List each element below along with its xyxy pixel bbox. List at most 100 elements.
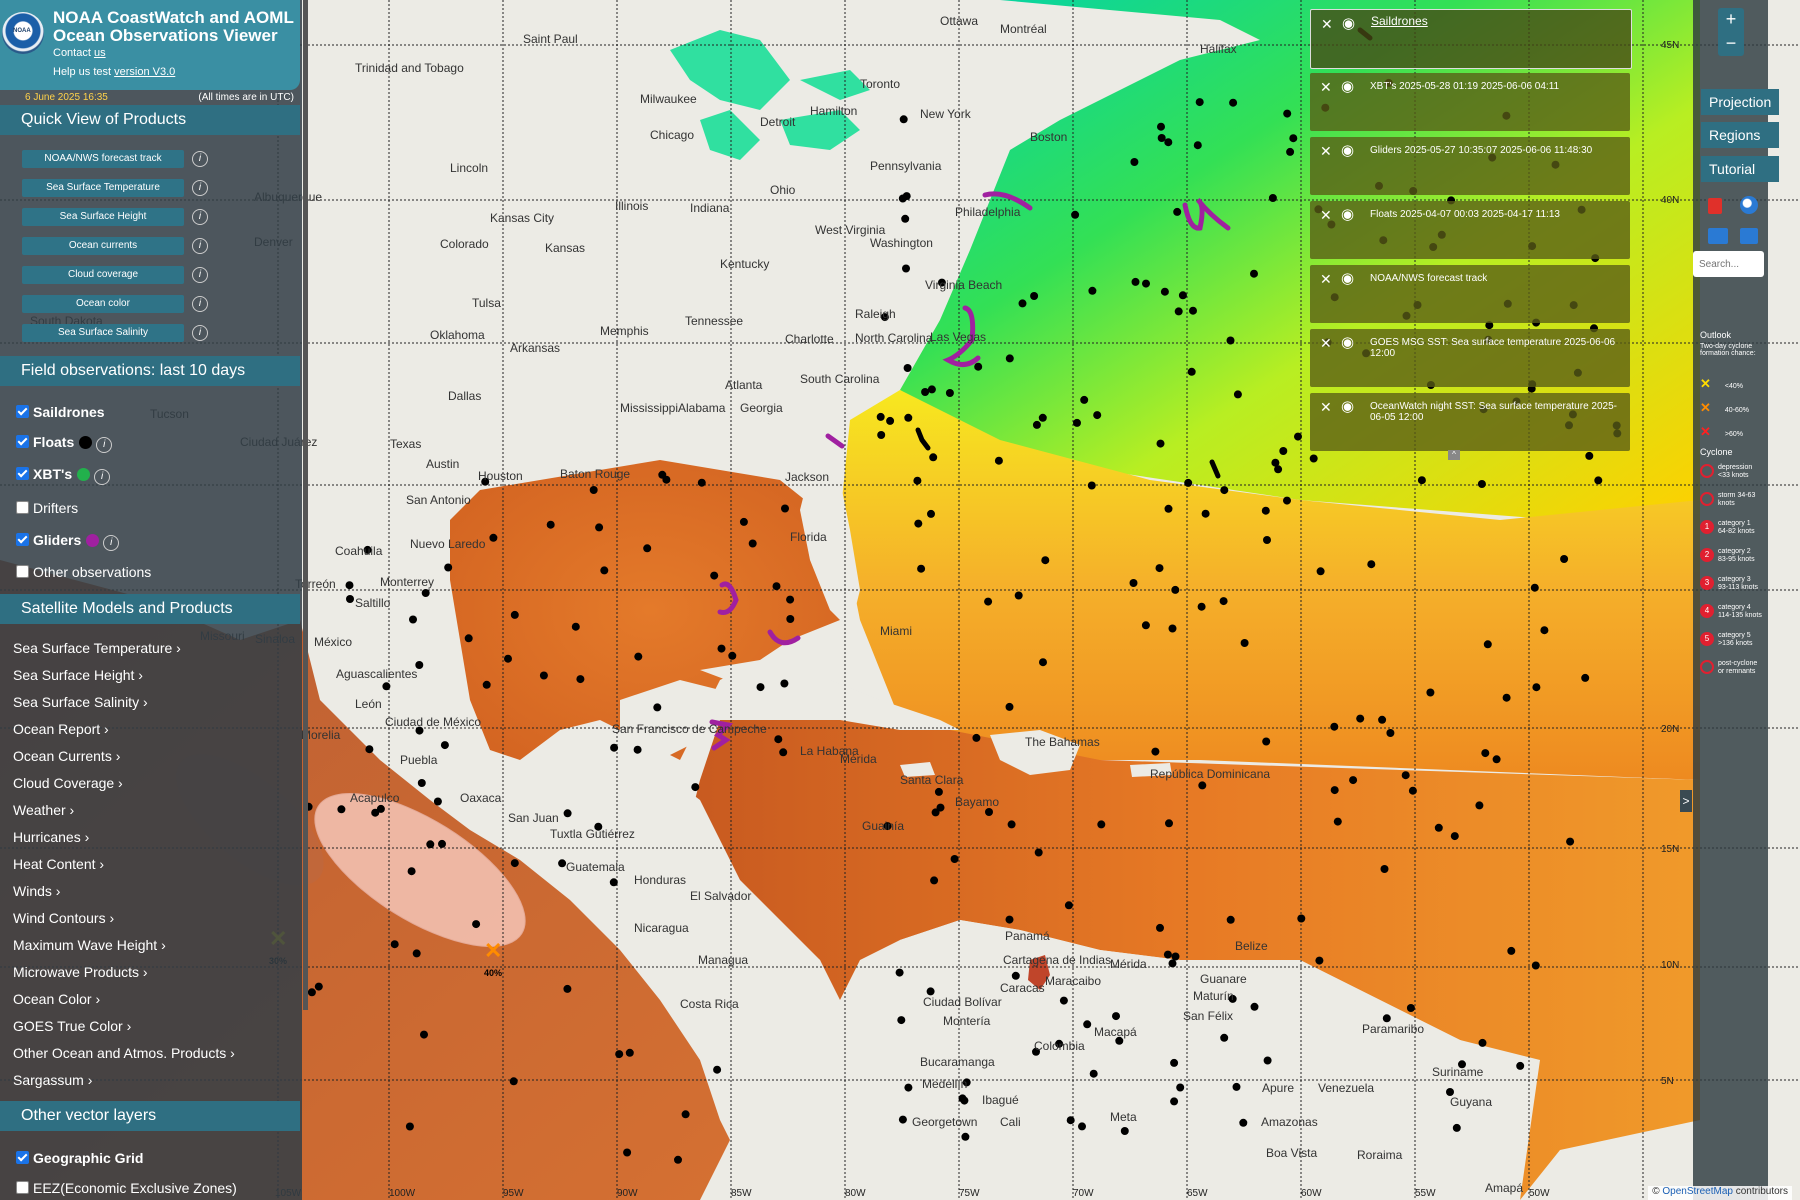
field-obs-header[interactable]: Field observations: last 10 days bbox=[0, 356, 300, 386]
quick-view-item[interactable]: Sea Surface Temperature bbox=[22, 179, 184, 197]
layer-card[interactable]: ✕ ◉ XBT's 2025-05-28 01:19 2025-06-06 04:1… bbox=[1310, 73, 1630, 131]
satellite-header[interactable]: Satellite Models and Products bbox=[0, 594, 300, 624]
satellite-item[interactable]: Weather › bbox=[13, 802, 74, 818]
left-panel-scrollbar[interactable] bbox=[303, 0, 308, 1010]
layer-card[interactable]: ✕ ◉ OceanWatch night SST: Sea surface temp… bbox=[1310, 393, 1630, 451]
legend-cyclone-item: storm 34-63 knots bbox=[1700, 492, 1762, 508]
collapse-cards-icon[interactable]: ^ bbox=[1448, 450, 1460, 460]
field-obs-item[interactable]: XBT's i bbox=[16, 466, 111, 485]
checkbox[interactable] bbox=[16, 501, 29, 514]
eye-icon[interactable]: ◉ bbox=[1341, 397, 1354, 415]
checkbox[interactable] bbox=[16, 1181, 29, 1194]
checkbox[interactable] bbox=[16, 1151, 29, 1164]
close-icon[interactable]: ✕ bbox=[1320, 207, 1332, 224]
checkbox[interactable] bbox=[16, 467, 29, 480]
quick-view-item[interactable]: Sea Surface Height bbox=[22, 208, 184, 226]
globe-icon[interactable] bbox=[1740, 196, 1758, 214]
print-icon[interactable] bbox=[1740, 228, 1758, 244]
search-input[interactable] bbox=[1693, 251, 1764, 277]
satellite-item[interactable]: Ocean Color › bbox=[13, 991, 100, 1007]
info-icon[interactable]: i bbox=[192, 151, 208, 167]
place-label: Maturín bbox=[1193, 989, 1234, 1003]
info-icon[interactable]: i bbox=[192, 267, 208, 283]
contact-link[interactable]: us bbox=[94, 47, 106, 59]
zoom-in-button[interactable]: + bbox=[1718, 8, 1744, 32]
osm-link[interactable]: OpenStreetMap bbox=[1662, 1186, 1733, 1197]
layer-card[interactable]: ✕ ◉ Gliders 2025-05-27 10:35:07 2025-06-06… bbox=[1310, 137, 1630, 195]
quick-view-item[interactable]: Ocean color bbox=[22, 295, 184, 313]
eye-icon[interactable]: ◉ bbox=[1341, 333, 1354, 351]
satellite-item[interactable]: Cloud Coverage › bbox=[13, 775, 123, 791]
vector-layer-item[interactable]: EEZ(Economic Exclusive Zones) bbox=[16, 1180, 237, 1196]
close-icon[interactable]: ✕ bbox=[1320, 79, 1332, 96]
trash-icon[interactable] bbox=[1708, 198, 1722, 214]
satellite-item[interactable]: Maximum Wave Height › bbox=[13, 937, 166, 953]
float-dot bbox=[1176, 1083, 1185, 1092]
satellite-item[interactable]: Hurricanes › bbox=[13, 829, 89, 845]
eye-icon[interactable]: ◉ bbox=[1341, 77, 1354, 95]
vector-layer-item[interactable]: Geographic Grid bbox=[16, 1150, 143, 1166]
expand-panel-arrow[interactable]: > bbox=[1680, 790, 1692, 812]
close-icon[interactable]: ✕ bbox=[1320, 271, 1332, 288]
checkbox[interactable] bbox=[16, 435, 29, 448]
zoom-out-button[interactable]: − bbox=[1718, 32, 1744, 56]
chevron-right-icon: › bbox=[111, 748, 121, 764]
satellite-item[interactable]: Heat Content › bbox=[13, 856, 104, 872]
satellite-item[interactable]: Other Ocean and Atmos. Products › bbox=[13, 1045, 235, 1061]
field-obs-item[interactable]: Saildrones bbox=[16, 404, 105, 420]
satellite-item[interactable]: Sea Surface Salinity › bbox=[13, 694, 148, 710]
hurricane-icon bbox=[1700, 464, 1714, 478]
checkbox[interactable] bbox=[16, 533, 29, 546]
info-icon[interactable]: i bbox=[103, 535, 120, 551]
place-label: Roraima bbox=[1357, 1148, 1403, 1162]
eye-icon[interactable]: ◉ bbox=[1342, 14, 1355, 32]
field-obs-item[interactable]: Drifters bbox=[16, 500, 78, 516]
close-icon[interactable]: ✕ bbox=[1321, 16, 1333, 33]
quick-view-item[interactable]: Sea Surface Salinity bbox=[22, 324, 184, 342]
checkbox[interactable] bbox=[16, 565, 29, 578]
version-link[interactable]: version V3.0 bbox=[114, 66, 175, 78]
info-icon[interactable]: i bbox=[94, 469, 111, 485]
info-icon[interactable]: i bbox=[192, 209, 208, 225]
projection-button[interactable]: Projection bbox=[1701, 89, 1779, 115]
satellite-item[interactable]: Sea Surface Temperature › bbox=[13, 640, 181, 656]
layer-card[interactable]: ✕ ◉ Floats 2025-04-07 00:03 2025-04-17 11:… bbox=[1310, 201, 1630, 259]
close-icon[interactable]: ✕ bbox=[1320, 143, 1332, 160]
info-icon[interactable]: i bbox=[192, 238, 208, 254]
regions-button[interactable]: Regions bbox=[1701, 122, 1779, 148]
satellite-item[interactable]: GOES True Color › bbox=[13, 1018, 131, 1034]
satellite-item[interactable]: Sea Surface Height › bbox=[13, 667, 143, 683]
field-obs-item[interactable]: Gliders i bbox=[16, 532, 120, 551]
satellite-item[interactable]: Ocean Report › bbox=[13, 721, 109, 737]
satellite-item[interactable]: Microwave Products › bbox=[13, 964, 148, 980]
eye-icon[interactable]: ◉ bbox=[1341, 141, 1354, 159]
layer-card[interactable]: ✕ ◉ GOES MSG SST: Sea surface temperature … bbox=[1310, 329, 1630, 387]
satellite-item[interactable]: Wind Contours › bbox=[13, 910, 114, 926]
quick-view-item[interactable]: Cloud coverage bbox=[22, 266, 184, 284]
eye-icon[interactable]: ◉ bbox=[1341, 269, 1354, 287]
quick-view-item[interactable]: NOAA/NWS forecast track bbox=[22, 150, 184, 168]
layer-card[interactable]: ✕ ◉ Saildrones bbox=[1310, 9, 1632, 69]
quick-view-header[interactable]: Quick View of Products bbox=[0, 105, 300, 135]
checkbox[interactable] bbox=[16, 405, 29, 418]
quick-view-item[interactable]: Ocean currents bbox=[22, 237, 184, 255]
video-icon[interactable] bbox=[1708, 228, 1728, 244]
field-obs-item[interactable]: Floats i bbox=[16, 434, 113, 453]
close-icon[interactable]: ✕ bbox=[1320, 335, 1332, 352]
info-icon[interactable]: i bbox=[192, 325, 208, 341]
info-icon[interactable]: i bbox=[192, 180, 208, 196]
close-icon[interactable]: ✕ bbox=[1320, 399, 1332, 416]
info-icon[interactable]: i bbox=[96, 437, 113, 453]
float-dot bbox=[426, 840, 435, 849]
tutorial-button[interactable]: Tutorial bbox=[1701, 156, 1779, 182]
satellite-item[interactable]: Ocean Currents › bbox=[13, 748, 120, 764]
satellite-item[interactable]: Sargassum › bbox=[13, 1072, 92, 1088]
place-label: Nicaragua bbox=[634, 921, 689, 935]
field-obs-item[interactable]: Other observations bbox=[16, 564, 151, 580]
eye-icon[interactable]: ◉ bbox=[1341, 205, 1354, 223]
vector-layers-header[interactable]: Other vector layers bbox=[0, 1101, 300, 1131]
layer-card[interactable]: ✕ ◉ NOAA/NWS forecast track bbox=[1310, 265, 1630, 323]
float-dot bbox=[927, 385, 936, 394]
info-icon[interactable]: i bbox=[192, 296, 208, 312]
satellite-item[interactable]: Winds › bbox=[13, 883, 60, 899]
